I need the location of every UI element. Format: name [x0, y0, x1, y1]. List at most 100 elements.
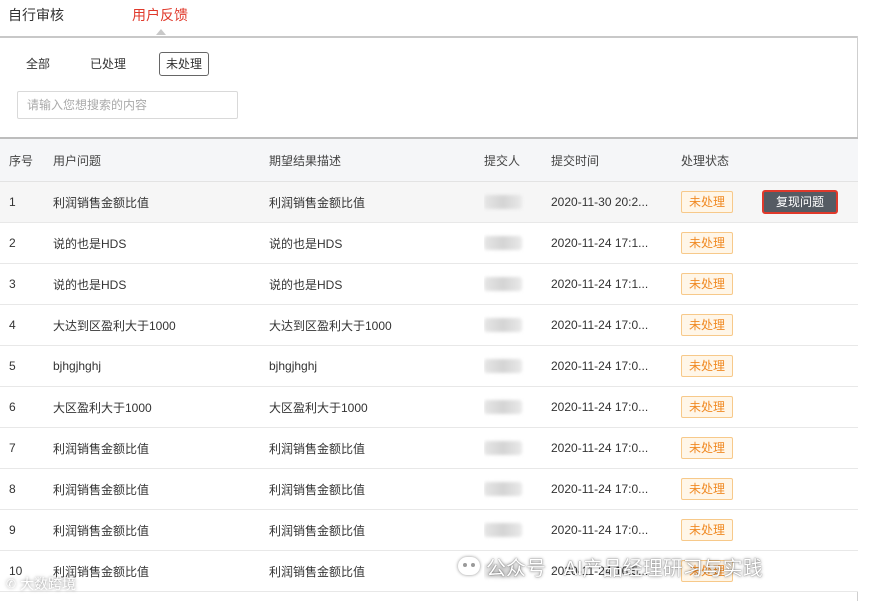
reproduce-issue-button[interactable]: 复现问题: [762, 190, 839, 214]
row-status: 未处理: [681, 264, 751, 304]
table-header: 序号 用户问题 期望结果描述 提交人 提交时间 处理状态: [0, 139, 858, 182]
row-status: 未处理: [681, 510, 751, 550]
logo-watermark-text: 大数跨境: [20, 576, 77, 592]
table-row[interactable]: 7 利润销售金额比值 利润销售金额比值 2020-11-24 17:0... 未…: [0, 428, 858, 469]
row-question: 说的也是HDS: [53, 236, 127, 251]
row-expected: bjhgjhghj: [269, 359, 318, 373]
wechat-icon: [458, 557, 480, 575]
row-submitter-redacted: [484, 346, 534, 386]
filter-all[interactable]: 全部: [20, 52, 56, 76]
search-input[interactable]: [17, 91, 238, 119]
top-tab-bar: 自行审核 用户反馈: [0, 0, 858, 38]
redacted-blur: [484, 400, 522, 414]
row-submitter-redacted: [484, 387, 534, 427]
row-expected: 大区盈利大于1000: [269, 400, 368, 415]
row-index: 8: [9, 482, 16, 496]
row-question: 利润销售金额比值: [53, 523, 150, 538]
status-badge: 未处理: [681, 355, 734, 377]
logo-watermark: ✆ 大数跨境: [6, 574, 76, 594]
row-time: 2020-11-24 17:0...: [551, 318, 649, 332]
status-badge: 未处理: [681, 519, 734, 541]
logo-mark-icon: ✆: [6, 577, 17, 591]
table-row[interactable]: 1 利润销售金额比值 利润销售金额比值 2020-11-30 20:2... 未…: [0, 182, 858, 223]
header-expected: 期望结果描述: [269, 153, 342, 168]
row-question: 说的也是HDS: [53, 277, 127, 292]
feedback-table: 序号 用户问题 期望结果描述 提交人 提交时间 处理状态 1 利润销售金额比值 …: [0, 137, 858, 592]
header-status: 处理状态: [681, 153, 730, 168]
status-badge: 未处理: [681, 437, 734, 459]
row-index: 2: [9, 236, 16, 250]
status-badge: 未处理: [681, 232, 734, 254]
status-badge: 未处理: [681, 478, 734, 500]
header-time: 提交时间: [551, 153, 600, 168]
row-index: 6: [9, 400, 16, 414]
row-question: 利润销售金额比值: [53, 482, 150, 497]
row-action: 复现问题: [762, 182, 852, 222]
row-status: 未处理: [681, 346, 751, 386]
header-question: 用户问题: [53, 153, 102, 168]
row-time: 2020-11-24 17:0...: [551, 400, 649, 414]
row-question: 利润销售金额比值: [53, 441, 150, 456]
row-time: 2020-11-24 17:0...: [551, 359, 649, 373]
table-row[interactable]: 6 大区盈利大于1000 大区盈利大于1000 2020-11-24 17:0.…: [0, 387, 858, 428]
status-badge: 未处理: [681, 191, 734, 213]
table-row[interactable]: 9 利润销售金额比值 利润销售金额比值 2020-11-24 17:0... 未…: [0, 510, 858, 551]
row-submitter-redacted: [484, 182, 534, 222]
redacted-blur: [484, 482, 522, 496]
status-badge: 未处理: [681, 314, 734, 336]
row-expected: 利润销售金额比值: [269, 564, 366, 579]
row-expected: 大达到区盈利大于1000: [269, 318, 392, 333]
row-question: 利润销售金额比值: [53, 195, 150, 210]
row-index: 9: [9, 523, 16, 537]
row-expected: 说的也是HDS: [269, 277, 343, 292]
row-time: 2020-11-24 17:0...: [551, 441, 649, 455]
row-submitter-redacted: [484, 428, 534, 468]
status-badge: 未处理: [681, 273, 734, 295]
row-status: 未处理: [681, 387, 751, 427]
active-tab-caret-icon: [156, 29, 166, 35]
row-index: 5: [9, 359, 16, 373]
status-badge: 未处理: [681, 396, 734, 418]
row-time: 2020-11-24 17:0...: [551, 523, 649, 537]
row-expected: 利润销售金额比值: [269, 482, 366, 497]
row-status: 未处理: [681, 428, 751, 468]
row-time: 2020-11-24 17:1...: [551, 236, 649, 250]
row-question: 大达到区盈利大于1000: [53, 318, 176, 333]
row-question: 大区盈利大于1000: [53, 400, 152, 415]
row-submitter-redacted: [484, 469, 534, 509]
table-row[interactable]: 5 bjhgjhghj bjhgjhghj 2020-11-24 17:0...…: [0, 346, 858, 387]
filter-unprocessed[interactable]: 未处理: [159, 52, 210, 76]
table-row[interactable]: 8 利润销售金额比值 利润销售金额比值 2020-11-24 17:0... 未…: [0, 469, 858, 510]
watermark-text: 公众号 · AI产品经理研习与实践: [486, 557, 763, 580]
row-submitter-redacted: [484, 223, 534, 263]
filter-processed[interactable]: 已处理: [84, 52, 132, 76]
redacted-blur: [484, 318, 522, 332]
redacted-blur: [484, 523, 522, 537]
redacted-blur: [484, 359, 522, 373]
table-row[interactable]: 4 大达到区盈利大于1000 大达到区盈利大于1000 2020-11-24 1…: [0, 305, 858, 346]
row-status: 未处理: [681, 182, 751, 222]
row-time: 2020-11-24 17:0...: [551, 482, 649, 496]
row-status: 未处理: [681, 469, 751, 509]
row-submitter-redacted: [484, 264, 534, 304]
redacted-blur: [484, 277, 522, 291]
row-status: 未处理: [681, 223, 751, 263]
row-time: 2020-11-24 17:1...: [551, 277, 649, 291]
row-index: 1: [9, 195, 16, 209]
row-submitter-redacted: [484, 305, 534, 345]
row-question: 利润销售金额比值: [53, 564, 150, 579]
row-index: 4: [9, 318, 16, 332]
redacted-blur: [484, 195, 522, 209]
row-index: 3: [9, 277, 16, 291]
row-expected: 利润销售金额比值: [269, 523, 366, 538]
row-expected: 利润销售金额比值: [269, 441, 366, 456]
row-question: bjhgjhghj: [53, 359, 102, 373]
table-row[interactable]: 3 说的也是HDS 说的也是HDS 2020-11-24 17:1... 未处理: [0, 264, 858, 305]
tab-user-feedback[interactable]: 用户反馈: [132, 5, 188, 25]
row-time: 2020-11-30 20:2...: [551, 195, 649, 209]
row-expected: 利润销售金额比值: [269, 195, 366, 210]
row-submitter-redacted: [484, 510, 534, 550]
table-row[interactable]: 2 说的也是HDS 说的也是HDS 2020-11-24 17:1... 未处理: [0, 223, 858, 264]
redacted-blur: [484, 236, 522, 250]
tab-self-review[interactable]: 自行审核: [8, 5, 64, 25]
